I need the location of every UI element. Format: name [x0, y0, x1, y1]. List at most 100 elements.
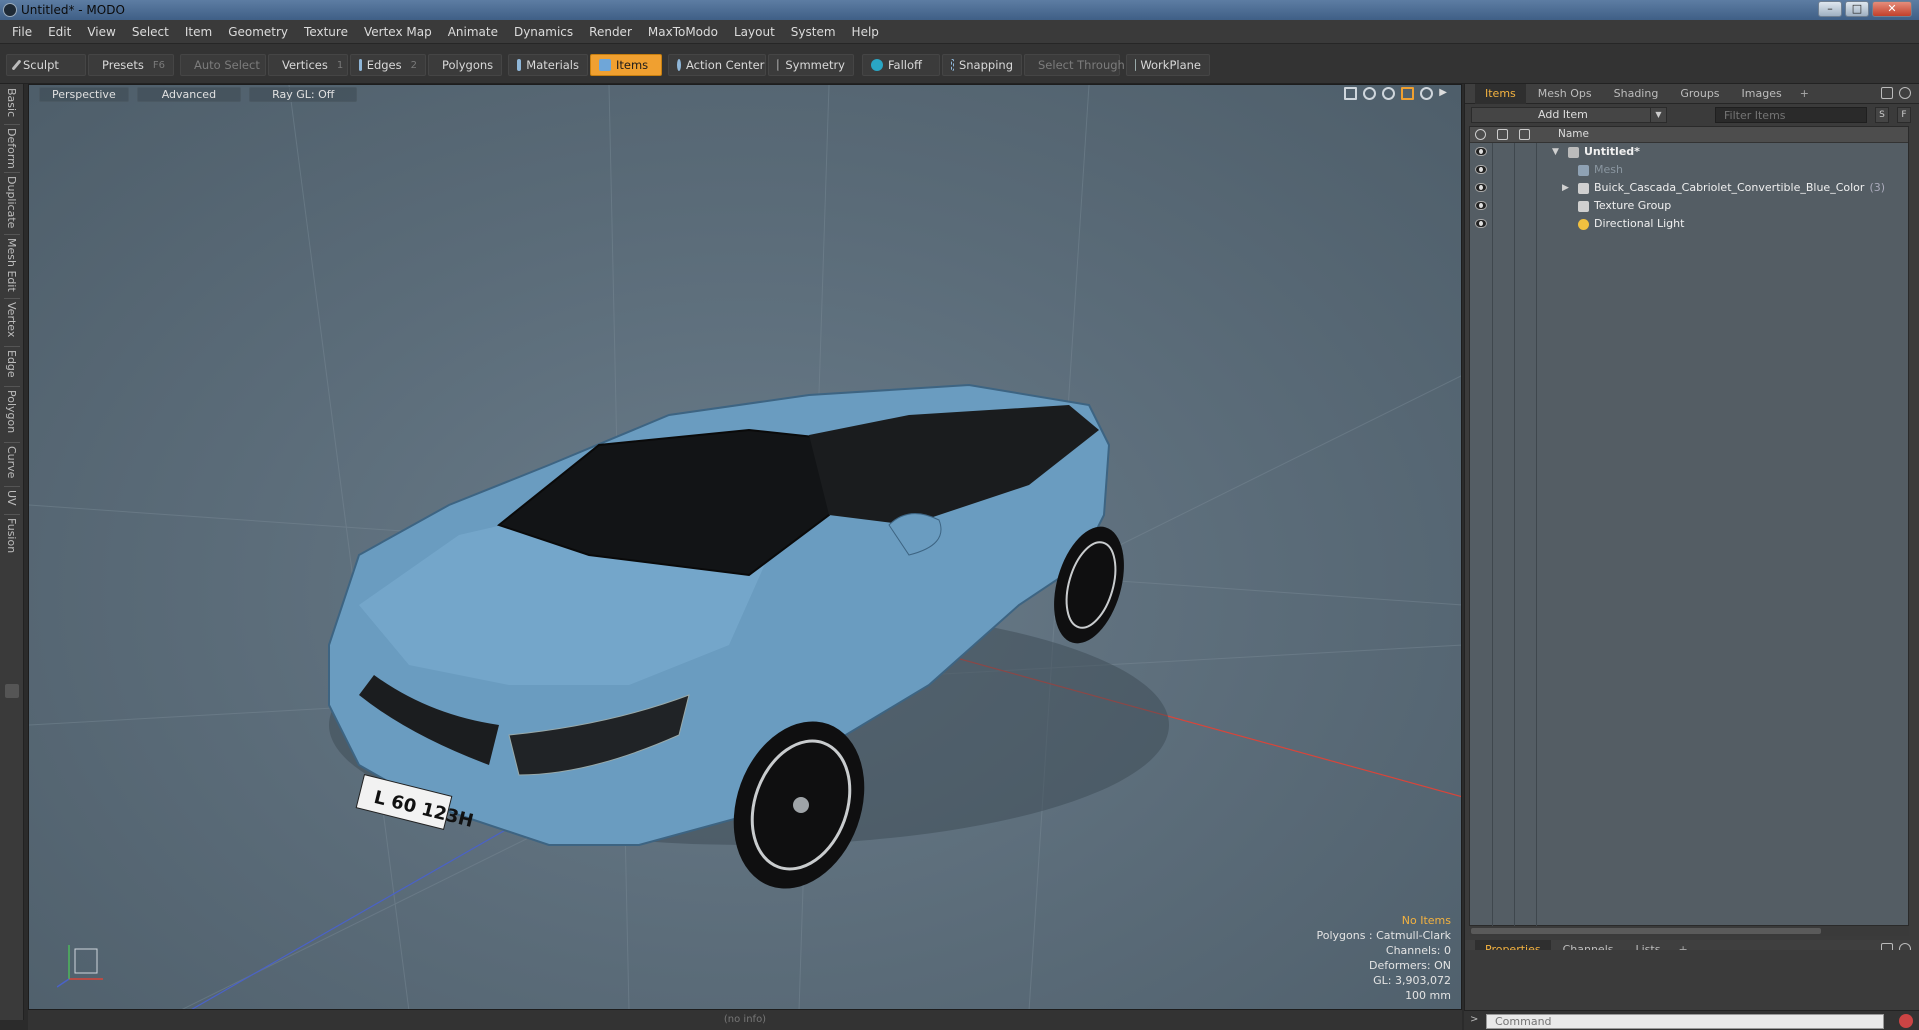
- gear-icon[interactable]: [1420, 87, 1434, 100]
- polygons-button[interactable]: Polygons: [428, 54, 502, 76]
- tab-fusion[interactable]: Fusion: [3, 518, 21, 562]
- menu-geometry[interactable]: Geometry: [220, 25, 296, 39]
- tab-mesh-ops[interactable]: Mesh Ops: [1528, 84, 1602, 104]
- gear-icon[interactable]: [1899, 87, 1911, 99]
- menu-maxtomodo[interactable]: MaxToModo: [640, 25, 726, 39]
- items-scrollbar[interactable]: [1469, 926, 1909, 936]
- palette-toggle-icon[interactable]: [5, 684, 19, 698]
- tree-row-buick[interactable]: ▶ Buick_Cascada_Cabriolet_Convertible_Bl…: [1470, 179, 1908, 197]
- menu-system[interactable]: System: [783, 25, 844, 39]
- close-button[interactable]: ✕: [1872, 1, 1912, 17]
- scrollbar-thumb[interactable]: [1471, 928, 1821, 934]
- pan-icon[interactable]: [1344, 87, 1358, 100]
- 3d-viewport[interactable]: L 60 123H Perspective Advanced Ray GL: O…: [28, 84, 1462, 1010]
- tab-separator: [4, 172, 20, 173]
- menu-animate[interactable]: Animate: [440, 25, 506, 39]
- tab-shading[interactable]: Shading: [1604, 84, 1669, 104]
- items-mode-button[interactable]: Items: [590, 54, 662, 76]
- tree-row-mesh[interactable]: Mesh: [1470, 161, 1908, 179]
- name-column-header[interactable]: Name: [1558, 128, 1589, 140]
- minimize-button[interactable]: –: [1818, 1, 1842, 17]
- tab-separator: [4, 124, 20, 125]
- menu-vertex-map[interactable]: Vertex Map: [356, 25, 440, 39]
- eye-column-icon[interactable]: [1475, 129, 1486, 140]
- menu-layout[interactable]: Layout: [726, 25, 783, 39]
- visibility-eye-icon[interactable]: [1475, 147, 1487, 156]
- tree-row-scene[interactable]: ▼ Untitled*: [1470, 143, 1908, 161]
- symmetry-button[interactable]: Symmetry: [768, 54, 854, 76]
- s-toggle-button[interactable]: S: [1875, 107, 1889, 123]
- visibility-eye-icon[interactable]: [1475, 183, 1487, 192]
- tab-vertex[interactable]: Vertex: [3, 302, 21, 344]
- tab-curve[interactable]: Curve: [3, 446, 21, 484]
- tab-duplicate[interactable]: Duplicate: [3, 176, 21, 232]
- tab-polygon[interactable]: Polygon: [3, 390, 21, 440]
- visibility-eye-icon[interactable]: [1475, 201, 1487, 210]
- tab-edge[interactable]: Edge: [3, 350, 21, 384]
- command-arrow-icon: >: [1470, 1014, 1479, 1025]
- lock-column-icon[interactable]: [1497, 129, 1508, 140]
- sculpt-button[interactable]: Sculpt: [6, 54, 86, 76]
- command-input[interactable]: [1486, 1014, 1884, 1029]
- edges-button[interactable]: Edges 2: [350, 54, 426, 76]
- tab-mesh-edit[interactable]: Mesh Edit: [3, 238, 21, 296]
- falloff-button[interactable]: Falloff: [862, 54, 940, 76]
- snapping-icon: [951, 59, 954, 71]
- items-header: Add Item ▼ S F: [1465, 104, 1919, 126]
- tree-row-directional-light[interactable]: Directional Light: [1470, 215, 1908, 233]
- f-toggle-button[interactable]: F: [1897, 107, 1911, 123]
- tab-images[interactable]: Images: [1732, 84, 1792, 104]
- menu-render[interactable]: Render: [581, 25, 640, 39]
- gl-info: GL: 3,903,072: [1373, 974, 1451, 987]
- expand-arrow-icon[interactable]: ▶: [1562, 179, 1569, 197]
- menu-dynamics[interactable]: Dynamics: [506, 25, 581, 39]
- tab-groups[interactable]: Groups: [1670, 84, 1729, 104]
- deformers-info: Deformers: ON: [1369, 959, 1451, 972]
- tree-row-texture-group[interactable]: Texture Group: [1470, 197, 1908, 215]
- maximize-button[interactable]: □: [1845, 1, 1869, 17]
- select-through-button[interactable]: Select Through: [1024, 54, 1125, 76]
- channels-info: Channels: 0: [1385, 944, 1451, 957]
- menu-help[interactable]: Help: [844, 25, 887, 39]
- materials-button[interactable]: Materials: [508, 54, 588, 76]
- tab-basic[interactable]: Basic: [3, 88, 21, 122]
- zoom-icon[interactable]: [1382, 87, 1396, 100]
- action-center-button[interactable]: Action Center: [668, 54, 766, 76]
- rotate-icon[interactable]: [1363, 87, 1377, 100]
- fit-icon[interactable]: [1401, 87, 1415, 100]
- menu-select[interactable]: Select: [124, 25, 177, 39]
- tab-uv[interactable]: UV: [3, 490, 21, 512]
- vertices-button[interactable]: Vertices 1: [268, 54, 348, 76]
- stop-icon[interactable]: [1899, 1014, 1913, 1028]
- arrow-right-icon[interactable]: ▶: [1439, 87, 1447, 100]
- column-divider: [1536, 127, 1537, 927]
- scene-icon: [1568, 147, 1579, 158]
- menu-texture[interactable]: Texture: [296, 25, 356, 39]
- view-mode-dropdown[interactable]: Perspective: [39, 86, 129, 102]
- workplane-button[interactable]: WorkPlane: [1126, 54, 1210, 76]
- items-panel: Items Mesh Ops Shading Groups Images + A…: [1464, 83, 1919, 1030]
- menu-edit[interactable]: Edit: [40, 25, 79, 39]
- collapse-arrow-icon[interactable]: ▼: [1552, 143, 1559, 161]
- presets-button[interactable]: Presets F6: [88, 54, 174, 76]
- menu-item[interactable]: Item: [177, 25, 220, 39]
- shading-dropdown[interactable]: Advanced: [136, 86, 242, 102]
- visibility-eye-icon[interactable]: [1475, 165, 1487, 174]
- menu-view[interactable]: View: [79, 25, 123, 39]
- maximize-panel-icon[interactable]: [1881, 87, 1893, 99]
- menu-file[interactable]: File: [4, 25, 40, 39]
- add-item-button[interactable]: Add Item ▼: [1471, 107, 1667, 123]
- filter-items-input[interactable]: [1715, 107, 1867, 123]
- add-tab-icon[interactable]: +: [1794, 84, 1815, 104]
- snapping-button[interactable]: Snapping: [942, 54, 1022, 76]
- raygl-dropdown[interactable]: Ray GL: Off: [249, 86, 358, 102]
- auto-select-button[interactable]: Auto Select: [180, 54, 266, 76]
- tab-separator: [4, 234, 20, 235]
- visibility-eye-icon[interactable]: [1475, 219, 1487, 228]
- items-icon: [599, 59, 611, 71]
- render-column-icon[interactable]: [1519, 129, 1530, 140]
- status-bar: (no info): [28, 1010, 1462, 1030]
- tab-items[interactable]: Items: [1475, 83, 1526, 104]
- menu-bar: File Edit View Select Item Geometry Text…: [0, 20, 1919, 44]
- tab-deform[interactable]: Deform: [3, 128, 21, 170]
